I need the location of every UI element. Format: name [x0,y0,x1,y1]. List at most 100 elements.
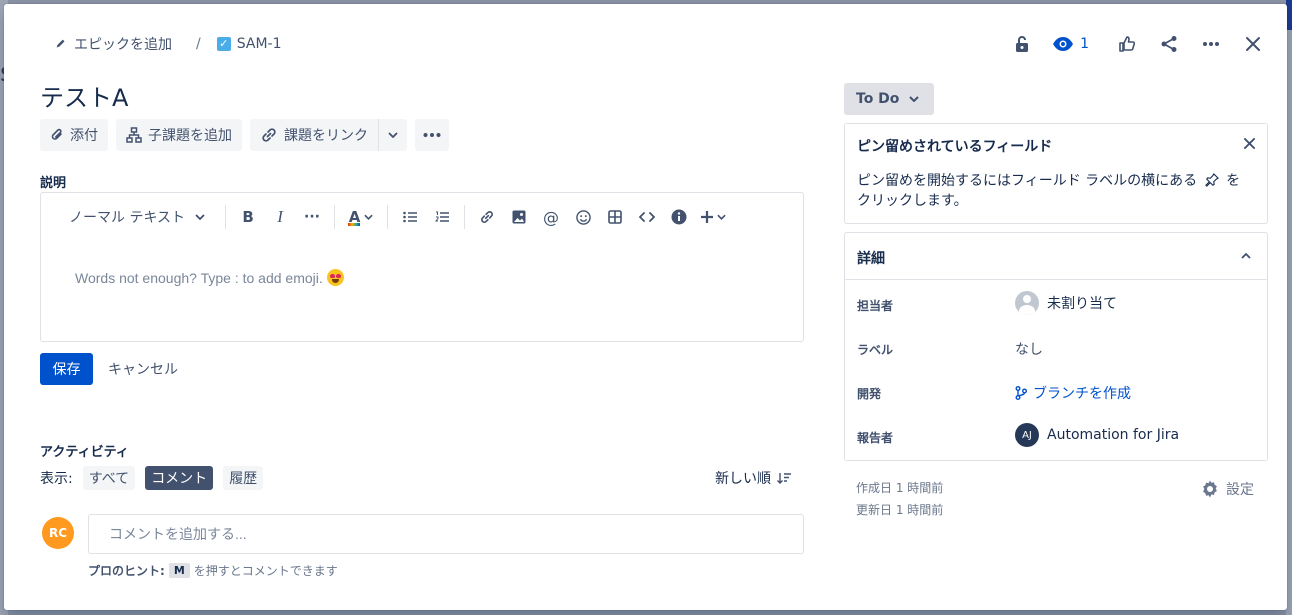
table-icon[interactable] [599,203,631,231]
pinned-fields-panel: ピン留めされているフィールド ピン留めを開始するにはフィールド ラベルの横にある… [844,123,1268,224]
link-issue-button[interactable]: 課題をリンク [250,119,378,151]
labels-label: ラベル [857,343,894,357]
sort-label: 新しい順 [715,471,771,487]
description-placeholder: Words not enough? Type : to add emoji. [75,269,344,286]
bullet-list-icon[interactable] [394,203,426,231]
eye-icon [1053,37,1074,51]
comment-input[interactable]: コメントを追加する... [88,514,804,554]
details-title: 詳細 [857,251,885,267]
toolbar-divider [387,205,389,229]
text-style-dropdown[interactable]: ノーマル テキスト [69,203,219,231]
toolbar-divider [334,205,336,229]
share-icon[interactable] [1157,32,1181,56]
code-icon[interactable] [631,203,663,231]
toolbar-divider [225,205,227,229]
assignee-value: 未割り当て [1047,296,1117,312]
text-style-label: ノーマル テキスト [69,210,186,226]
labels-field[interactable]: なし [1015,339,1043,359]
save-button[interactable]: 保存 [40,353,93,385]
sort-order-button[interactable]: 新しい順 [715,466,791,490]
link-icon[interactable] [471,203,503,231]
issue-actions-toolbar: 1 [1010,32,1265,56]
insert-more-icon[interactable] [695,203,731,231]
created-date: 作成日 1 時間前 [856,481,944,495]
avatar: RC [42,517,74,549]
info-panel-icon[interactable] [663,203,695,231]
link-issue-dropdown[interactable] [378,119,407,151]
paperclip-icon [51,128,62,140]
breadcrumb: エピックを追加 / ✓ SAM-1 [54,34,281,54]
activity-title: アクティビティ [40,445,129,460]
development-label: 開発 [857,387,882,401]
settings-label: 設定 [1226,482,1254,498]
pin-icon [1204,173,1219,187]
cancel-button[interactable]: キャンセル [108,353,178,385]
pinned-fields-description: ピン留めを開始するにはフィールド ラベルの横にある を クリックします。 [857,173,1241,209]
filter-comments[interactable]: コメント [145,466,214,490]
close-icon[interactable] [1244,134,1255,153]
editor-toolbar: ノーマル テキスト B I ··· A @ [41,193,803,241]
description-editor[interactable]: ノーマル テキスト B I ··· A @ Words not enough? … [40,192,804,342]
lock-icon[interactable] [1010,32,1034,56]
reporter-value: Automation for Jira [1047,427,1180,443]
activity-filter-bar: 表示: すべて コメント 履歴 [40,466,264,490]
reporter-label: 報告者 [857,431,894,445]
text-color-icon[interactable]: A [341,203,381,231]
pinned-fields-title: ピン留めされているフィールド [857,139,1053,155]
tip-prefix: プロのヒント: [88,564,165,578]
status-label: To Do [856,91,900,107]
tip-text: を押すとコメントできます [193,564,338,578]
issue-action-buttons: 添付 子課題を追加 課題をリンク [40,119,449,151]
status-dropdown[interactable]: To Do [844,83,934,115]
assignee-label: 担当者 [857,299,894,313]
chevron-down-icon [195,214,205,220]
bold-icon[interactable]: B [232,203,264,231]
breadcrumb-separator: / [196,36,201,52]
add-epic-link[interactable]: エピックを追加 [54,34,172,54]
attach-label: 添付 [70,128,98,144]
create-branch-link[interactable]: ブランチを作成 [1015,383,1131,403]
avatar: AJ [1015,423,1039,447]
watch-count: 1 [1080,36,1089,52]
heart-eyes-emoji-icon [326,269,344,286]
close-icon[interactable] [1241,32,1265,56]
filter-all[interactable]: すべて [82,466,136,490]
filter-history[interactable]: 履歴 [223,466,264,490]
numbered-list-icon[interactable] [426,203,458,231]
description-label: 説明 [40,176,67,191]
add-child-label: 子課題を追加 [148,128,232,144]
more-options-icon[interactable] [1199,32,1223,56]
pencil-icon [56,39,65,48]
attach-button[interactable]: 添付 [40,119,108,151]
unassigned-avatar-icon [1015,291,1039,315]
italic-icon[interactable]: I [264,203,296,231]
assignee-field[interactable]: 未割り当て [1015,291,1117,315]
create-branch-label: ブランチを作成 [1033,386,1131,402]
toolbar-divider [464,205,466,229]
issue-key: SAM-1 [236,36,282,52]
details-panel: 詳細 担当者 未割り当て ラベル なし 開発 ブランチを作成 報告者 AJ Au… [844,232,1268,461]
reporter-field[interactable]: AJ Automation for Jira [1015,423,1179,447]
chevron-up-icon[interactable] [1241,247,1251,263]
updated-date: 更新日 1 時間前 [856,503,944,517]
watch-button[interactable]: 1 [1052,36,1089,52]
settings-button[interactable]: 設定 [1200,478,1254,500]
link-issue-split-button: 課題をリンク [250,119,407,151]
image-icon[interactable] [503,203,535,231]
issue-title[interactable]: テストA [40,78,128,113]
more-actions-button[interactable] [415,119,449,151]
ellipsis-icon [423,133,441,137]
branch-icon [1015,386,1027,400]
link-icon [262,128,276,142]
mention-icon[interactable]: @ [535,203,567,231]
hierarchy-icon [126,127,142,143]
emoji-icon[interactable] [567,203,599,231]
add-child-issue-button[interactable]: 子課題を追加 [116,119,242,151]
details-header[interactable]: 詳細 [845,233,1267,280]
more-formatting-icon[interactable]: ··· [296,203,328,231]
add-epic-label: エピックを追加 [74,37,172,53]
issue-key-link[interactable]: ✓ SAM-1 [216,36,282,52]
like-icon[interactable] [1115,32,1139,56]
chevron-down-icon [909,96,920,102]
task-type-icon: ✓ [216,37,231,51]
